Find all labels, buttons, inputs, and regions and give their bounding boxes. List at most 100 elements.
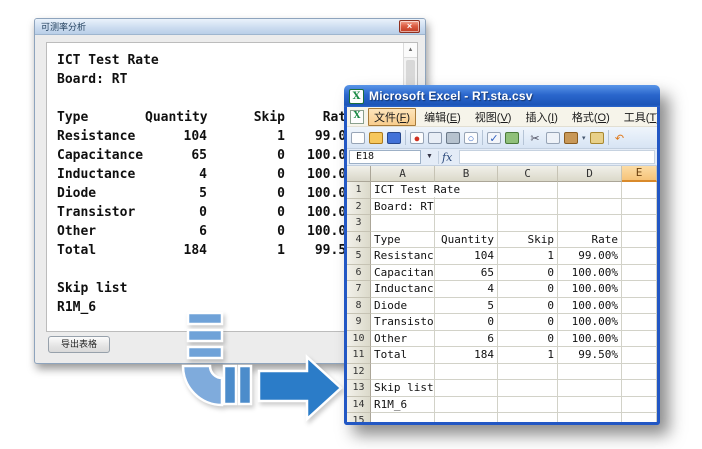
grid-cell[interactable]: 184 <box>435 347 498 364</box>
menu-item[interactable]: 文件(F) <box>368 108 416 126</box>
scrollbar-thumb[interactable] <box>406 60 415 86</box>
grid-cell[interactable] <box>371 413 435 422</box>
grid-cell[interactable] <box>435 199 498 216</box>
grid-cell[interactable]: 1 <box>498 248 558 265</box>
grid-cell[interactable]: 6 <box>435 331 498 348</box>
excel-titlebar[interactable]: X Microsoft Excel - RT.sta.csv <box>344 85 660 107</box>
grid-cell[interactable] <box>498 397 558 414</box>
cut-icon[interactable]: ✂ <box>528 132 542 144</box>
row-header-8[interactable]: 8 <box>347 298 371 315</box>
format-painter-icon[interactable] <box>590 132 604 144</box>
menu-item[interactable]: 工具(T) <box>618 108 657 126</box>
grid-cell[interactable] <box>622 281 657 298</box>
row-header-14[interactable]: 14 <box>347 397 371 414</box>
grid-cell[interactable] <box>558 380 622 397</box>
grid-cell[interactable] <box>558 199 622 216</box>
grid-cell[interactable]: 100.00% <box>558 331 622 348</box>
grid-cell[interactable]: 99.50% <box>558 347 622 364</box>
grid-cell[interactable] <box>622 199 657 216</box>
row-header-2[interactable]: 2 <box>347 199 371 216</box>
grid-cell[interactable]: R1M_6 <box>371 397 435 414</box>
grid-cell[interactable] <box>371 364 435 381</box>
copy-icon[interactable] <box>546 132 560 144</box>
row-header-9[interactable]: 9 <box>347 314 371 331</box>
permission-icon[interactable]: ● <box>410 132 424 144</box>
grid-cell[interactable] <box>622 265 657 282</box>
print-preview-icon[interactable]: ○ <box>464 132 478 144</box>
grid-cell[interactable] <box>498 364 558 381</box>
grid-cell[interactable]: Transistor <box>371 314 435 331</box>
grid-cell[interactable] <box>558 215 622 232</box>
grid-cell[interactable] <box>498 182 558 199</box>
grid-cell[interactable]: Resistance <box>371 248 435 265</box>
close-icon[interactable]: × <box>399 20 420 33</box>
grid-cell[interactable] <box>558 182 622 199</box>
new-document-icon[interactable] <box>351 132 365 144</box>
grid-cell[interactable]: 0 <box>435 314 498 331</box>
row-header-11[interactable]: 11 <box>347 347 371 364</box>
grid-cell[interactable] <box>622 347 657 364</box>
print-icon[interactable] <box>446 132 460 144</box>
grid-cell[interactable] <box>435 397 498 414</box>
grid-cell[interactable]: Skip <box>498 232 558 249</box>
row-header-13[interactable]: 13 <box>347 380 371 397</box>
grid-cell[interactable] <box>498 199 558 216</box>
grid-cell[interactable] <box>498 380 558 397</box>
column-header-E[interactable]: E <box>622 166 657 182</box>
grid-cell[interactable]: 100.00% <box>558 298 622 315</box>
select-all-corner[interactable] <box>347 166 371 182</box>
row-header-5[interactable]: 5 <box>347 248 371 265</box>
grid-cell[interactable]: Skip list <box>371 380 435 397</box>
export-table-button[interactable]: 导出表格 <box>48 336 110 353</box>
grid-cell[interactable]: 0 <box>498 298 558 315</box>
grid-cell[interactable] <box>622 413 657 422</box>
grid-cell[interactable]: Board: RT <box>371 199 435 216</box>
grid-cell[interactable] <box>622 364 657 381</box>
dialog-titlebar[interactable]: 可测率分析 × <box>35 19 425 35</box>
email-icon[interactable] <box>428 132 442 144</box>
grid-cell[interactable]: 65 <box>435 265 498 282</box>
name-box-dropdown-icon[interactable]: ▼ <box>423 151 436 163</box>
grid-cell[interactable] <box>435 413 498 422</box>
column-header-C[interactable]: C <box>498 166 558 182</box>
grid-cell[interactable]: 100.00% <box>558 314 622 331</box>
grid-cell[interactable] <box>558 413 622 422</box>
grid-cell[interactable] <box>371 215 435 232</box>
menu-item[interactable]: 视图(V) <box>469 108 518 126</box>
grid-cell[interactable]: 0 <box>498 265 558 282</box>
row-header-12[interactable]: 12 <box>347 364 371 381</box>
grid-cell[interactable] <box>558 397 622 414</box>
grid-cell[interactable]: 104 <box>435 248 498 265</box>
grid-cell[interactable]: 0 <box>498 331 558 348</box>
grid-cell[interactable]: Other <box>371 331 435 348</box>
spelling-icon[interactable]: ✓ <box>487 132 501 144</box>
grid-cell[interactable]: 0 <box>498 281 558 298</box>
save-icon[interactable] <box>387 132 401 144</box>
row-header-6[interactable]: 6 <box>347 265 371 282</box>
grid-cell[interactable]: Rate <box>558 232 622 249</box>
menu-item[interactable]: 插入(I) <box>519 108 563 126</box>
grid-cell[interactable] <box>622 298 657 315</box>
grid-cell[interactable] <box>498 413 558 422</box>
grid-cell[interactable] <box>622 380 657 397</box>
workbook-icon[interactable]: X <box>350 110 364 124</box>
row-header-15[interactable]: 15 <box>347 413 371 422</box>
grid-cell[interactable] <box>622 331 657 348</box>
grid-cell[interactable] <box>435 380 498 397</box>
grid-cell[interactable] <box>622 248 657 265</box>
grid-cell[interactable]: 4 <box>435 281 498 298</box>
paste-icon[interactable] <box>564 132 578 144</box>
grid-cell[interactable]: 0 <box>498 314 558 331</box>
grid-cell[interactable]: 100.00% <box>558 281 622 298</box>
row-header-4[interactable]: 4 <box>347 232 371 249</box>
grid-cell[interactable]: Type <box>371 232 435 249</box>
column-header-D[interactable]: D <box>558 166 622 182</box>
grid-cell[interactable] <box>622 232 657 249</box>
fx-icon[interactable]: fx <box>438 151 457 164</box>
grid-cell[interactable] <box>558 364 622 381</box>
name-box[interactable]: E18 <box>349 150 421 164</box>
grid-cell[interactable] <box>622 182 657 199</box>
grid-cell[interactable] <box>622 215 657 232</box>
grid-cell[interactable]: ICT Test Rate <box>371 182 435 199</box>
open-folder-icon[interactable] <box>369 132 383 144</box>
